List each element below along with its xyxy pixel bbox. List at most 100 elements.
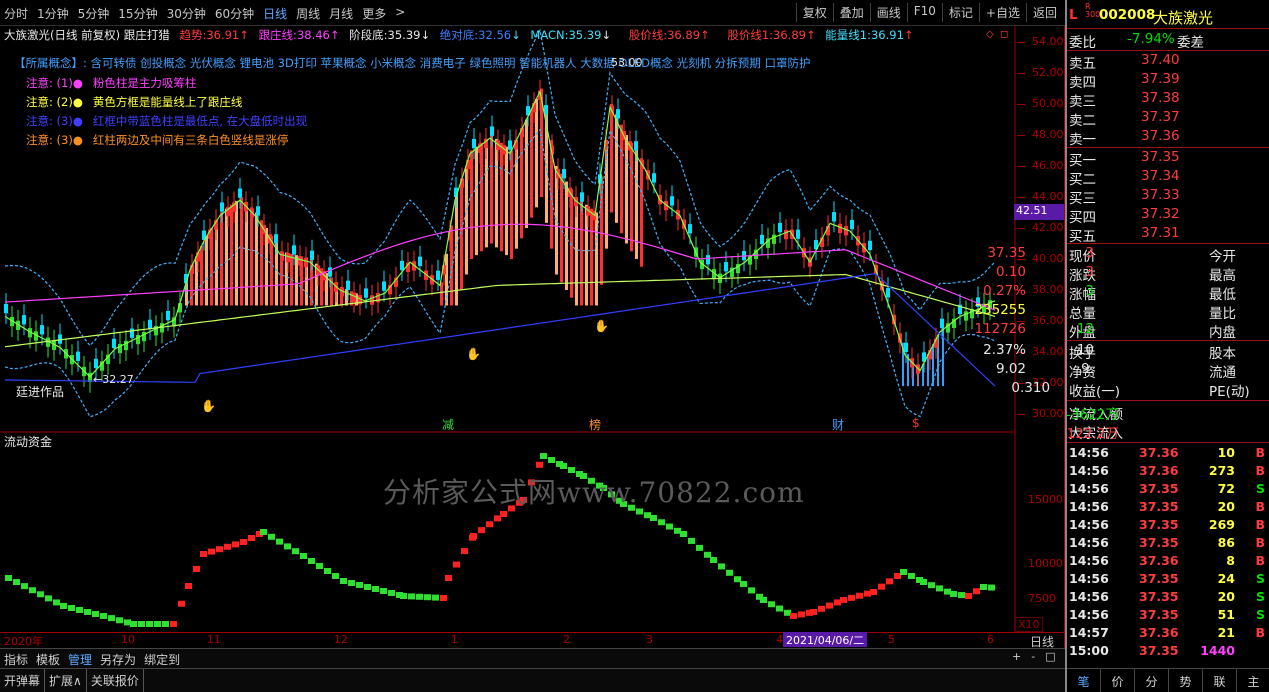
- toolbar-button-0[interactable]: 复权: [795, 3, 833, 22]
- time-axis: [0, 632, 1065, 648]
- price1-value: 36.89: [773, 28, 806, 42]
- candle-body: [868, 240, 872, 251]
- indicator-tab-2[interactable]: 管理: [64, 649, 96, 670]
- fund-flow-step: [790, 613, 797, 619]
- candle-body: [256, 206, 260, 216]
- price-label: 股价线:: [628, 28, 668, 42]
- fund-flow-step: [216, 546, 223, 553]
- toolbar-button-3[interactable]: F10: [906, 3, 942, 22]
- period-tab-9[interactable]: 更多: [362, 5, 386, 22]
- period-tab-2[interactable]: 5分钟: [78, 5, 110, 22]
- divider: [1067, 28, 1269, 29]
- period-tab-8[interactable]: 月线: [329, 5, 353, 22]
- period-tab-1[interactable]: 1分钟: [37, 5, 69, 22]
- fund-flow-step: [268, 533, 275, 540]
- chart-close-icon[interactable]: ◻: [1000, 29, 1008, 40]
- marker-reduce[interactable]: 减: [442, 416, 454, 433]
- panel-tab-2[interactable]: 分: [1135, 669, 1169, 692]
- panel-tab-5[interactable]: 主: [1237, 669, 1269, 692]
- bid-row[interactable]: 买二 37.34: [1069, 168, 1180, 188]
- toolbar-button-6[interactable]: 返回: [1025, 3, 1063, 22]
- accumulation-bar: [590, 208, 593, 306]
- fundamental-row: 净资 9.02 流通 9.: [995, 361, 1236, 381]
- chart-settings-icon[interactable]: ◇: [986, 29, 994, 40]
- candle-body: [286, 253, 290, 263]
- fund-flow-step: [440, 595, 447, 601]
- accumulation-bar: [200, 246, 203, 306]
- period-tab-7[interactable]: 周线: [296, 5, 320, 22]
- price-tick: 36.00: [1032, 314, 1064, 327]
- candle-body: [310, 250, 314, 260]
- fund-flow-step: [170, 621, 177, 627]
- fund-flow-step: [348, 580, 355, 586]
- candle-body: [346, 280, 350, 290]
- toolbar-button-5[interactable]: +自选: [978, 3, 1026, 22]
- panel-tab-1[interactable]: 价: [1101, 669, 1135, 692]
- stock-code: 002008: [1099, 7, 1156, 23]
- zoom-out-button[interactable]: -: [1031, 650, 1035, 663]
- panel-tab-3[interactable]: 势: [1169, 669, 1203, 692]
- fund-flow-step: [178, 600, 185, 607]
- panel-tab-0[interactable]: 笔: [1067, 669, 1101, 692]
- accumulation-bar: [500, 142, 503, 252]
- fund-flow-step: [704, 551, 711, 558]
- fund-flow-step: [445, 575, 452, 581]
- candle-body: [22, 315, 26, 325]
- bottom-tab-0[interactable]: 开弹幕: [0, 669, 46, 692]
- candle-body: [964, 311, 968, 321]
- tick-trade-row: 15:00 37.35 1440: [1069, 643, 1235, 658]
- divider: [1067, 340, 1269, 341]
- toolbar-button-4[interactable]: 标记: [941, 3, 979, 22]
- ask-row[interactable]: 卖三 37.38: [1069, 90, 1180, 110]
- bid-row[interactable]: 买四 37.32: [1069, 206, 1180, 226]
- period-tab-4[interactable]: 30分钟: [167, 5, 206, 22]
- price-tick: 38.00: [1032, 283, 1064, 296]
- period-tab-6[interactable]: 日线: [263, 5, 287, 22]
- period-tab-0[interactable]: 分时: [4, 5, 28, 22]
- fund-flow-step: [536, 461, 543, 468]
- fund-flow-step: [108, 615, 115, 622]
- zoom-in-button[interactable]: +: [1012, 650, 1021, 663]
- period-tabs: 分时 1分钟 5分钟 15分钟 30分钟 60分钟 日线 周线 月线 更多 >: [4, 5, 414, 22]
- abs-label: 绝对底:: [439, 28, 479, 42]
- ask-row[interactable]: 卖四 37.39: [1069, 71, 1180, 91]
- date-tick: 2020年: [4, 635, 43, 648]
- fund-flow-step: [5, 575, 12, 581]
- fund-flow-step: [424, 594, 431, 601]
- flow-tick: 7500: [1028, 592, 1056, 605]
- fund-flow-step: [432, 594, 439, 601]
- bid-row[interactable]: 买五 37.31: [1069, 225, 1180, 245]
- toolbar-button-2[interactable]: 画线: [869, 3, 907, 22]
- more-arrow-icon[interactable]: >: [395, 5, 405, 22]
- zoom-reset-button[interactable]: □: [1045, 650, 1055, 663]
- indicator-tab-4[interactable]: 绑定到: [140, 649, 184, 670]
- indicator-tab-3[interactable]: 另存为: [96, 649, 140, 670]
- fund-flow-step: [292, 548, 299, 555]
- panel-tab-4[interactable]: 联: [1203, 669, 1237, 692]
- marker-dividend[interactable]: $: [912, 416, 920, 430]
- marker-rank[interactable]: 榜: [589, 416, 601, 433]
- fund-flow-step: [784, 609, 791, 616]
- indicator-tab-1[interactable]: 模板: [32, 649, 64, 670]
- ask-row[interactable]: 卖一 37.36: [1069, 128, 1180, 148]
- bid-row[interactable]: 买三 37.33: [1069, 187, 1180, 207]
- ask-row[interactable]: 卖二 37.37: [1069, 109, 1180, 129]
- marker-finance[interactable]: 财: [832, 416, 844, 433]
- fund-flow-step: [116, 617, 123, 624]
- tick-trade-row: 14:56 37.36 8 B: [1069, 553, 1265, 568]
- bottom-tab-2[interactable]: 关联报价: [87, 669, 144, 692]
- fund-flow-step: [760, 597, 767, 603]
- abs-value: 32.56: [478, 28, 512, 42]
- tick-trade-row: 14:56 37.35 20 S: [1069, 589, 1265, 604]
- price-value: 36.89: [667, 28, 701, 42]
- bottom-tab-1[interactable]: 扩展∧: [45, 669, 87, 692]
- toolbar-button-1[interactable]: 叠加: [832, 3, 870, 22]
- fund-flow-step: [29, 587, 36, 594]
- candle-body: [580, 192, 584, 202]
- bid-row[interactable]: 买一 37.35: [1069, 149, 1180, 169]
- ask-row[interactable]: 卖五 37.40: [1069, 52, 1180, 72]
- fund-flow-step: [461, 548, 468, 555]
- period-tab-5[interactable]: 60分钟: [215, 5, 254, 22]
- period-tab-3[interactable]: 15分钟: [118, 5, 157, 22]
- indicator-tab-0[interactable]: 指标: [0, 649, 32, 670]
